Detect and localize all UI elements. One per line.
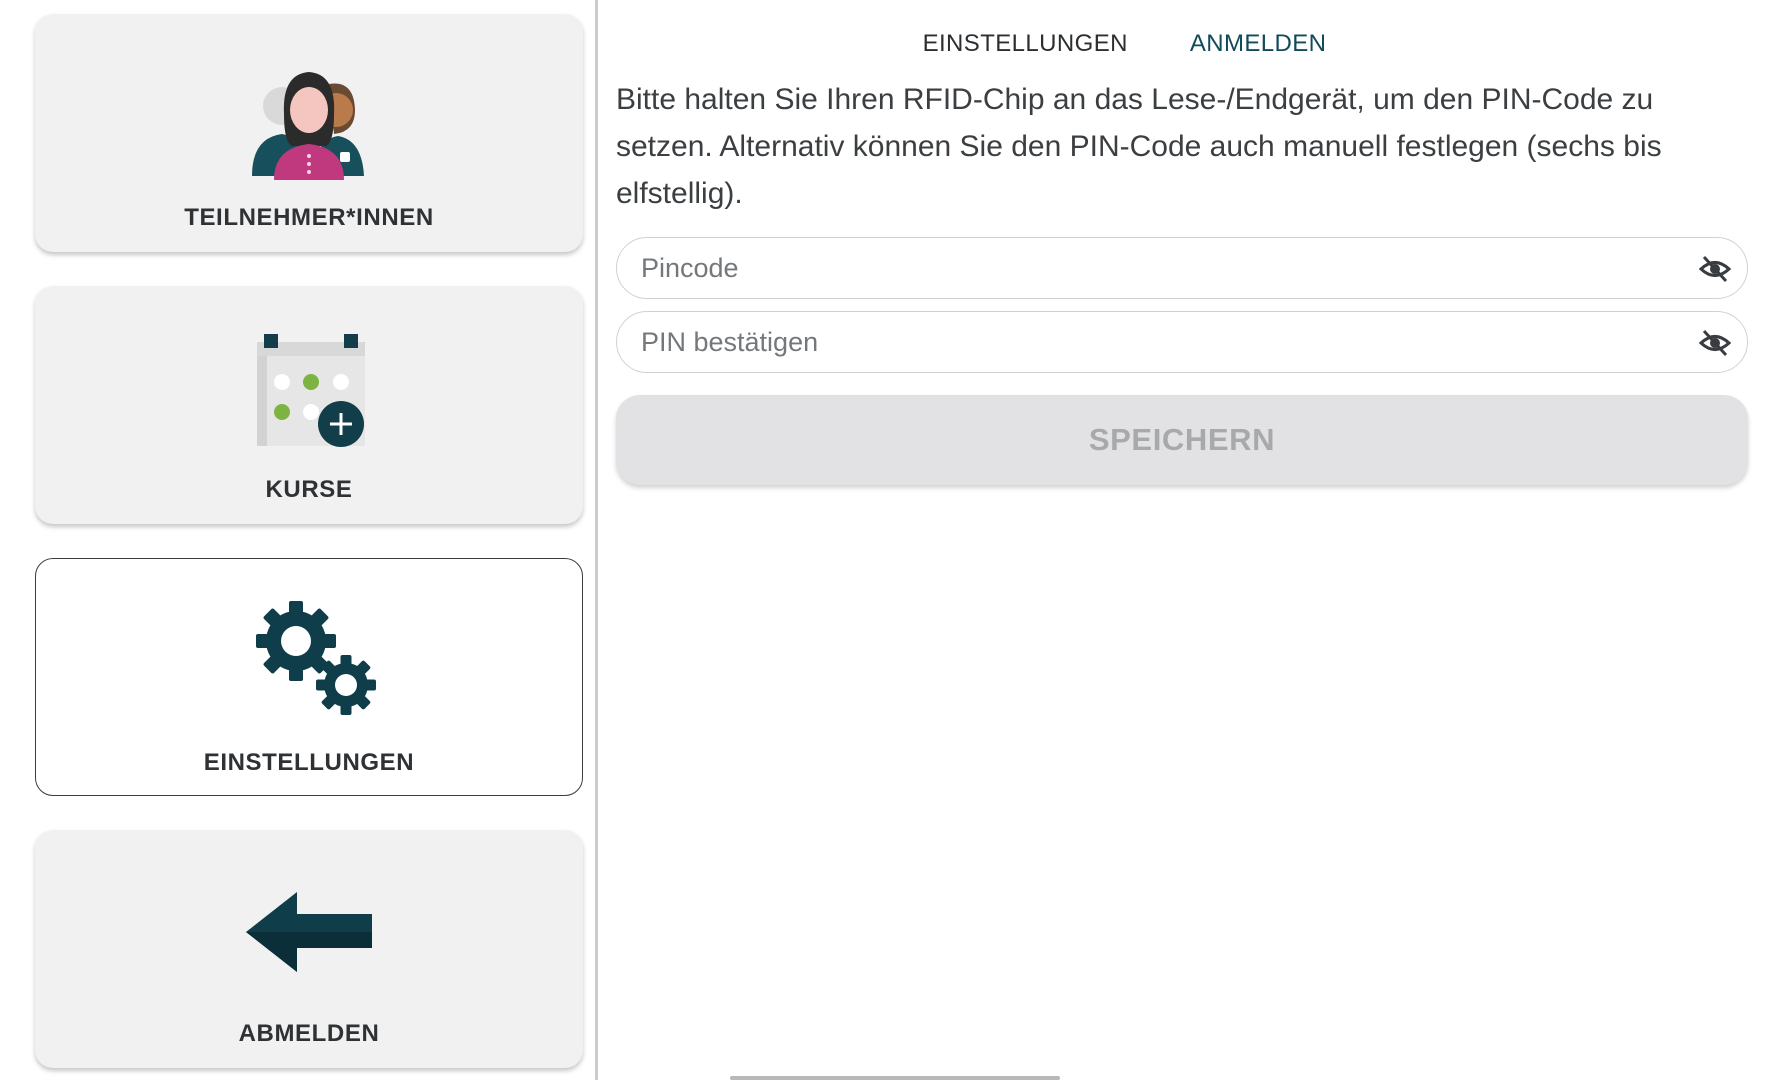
sidebar-item-participants[interactable]: TEILNEHMER*INNEN xyxy=(35,14,583,252)
sidebar-item-logout[interactable]: ABMELDEN xyxy=(35,830,583,1068)
sidebar-item-settings[interactable]: EINSTELLUNGEN xyxy=(35,558,583,796)
tab-settings[interactable]: EINSTELLUNGEN xyxy=(921,28,1130,60)
sidebar-item-courses[interactable]: KURSE xyxy=(35,286,583,524)
arrow-left-icon xyxy=(246,892,372,972)
pin-field xyxy=(616,237,1748,299)
sidebar-item-label: ABMELDEN xyxy=(238,1020,380,1047)
eye-off-icon[interactable] xyxy=(1699,328,1731,358)
sidebar-item-label: TEILNEHMER*INNEN xyxy=(184,204,434,231)
sidebar: TEILNEHMER*INNEN KURSE EINSTELLUNGEN ABM… xyxy=(0,0,598,1080)
pin-confirm-field xyxy=(616,311,1748,373)
pin-instructions: Bitte halten Sie Ihren RFID-Chip an das … xyxy=(616,83,1662,210)
eye-off-icon[interactable] xyxy=(1699,254,1731,284)
participants-icon xyxy=(252,72,364,180)
pin-confirm-input[interactable] xyxy=(641,312,1641,372)
tab-login[interactable]: ANMELDEN xyxy=(1188,28,1329,60)
course-calendar-icon xyxy=(257,334,365,447)
app-root: TEILNEHMER*INNEN KURSE EINSTELLUNGEN ABM… xyxy=(0,0,1785,1080)
tab-bar: EINSTELLUNGEN ANMELDEN xyxy=(600,28,1785,60)
main-content: EINSTELLUNGEN ANMELDEN Bitte halten Sie … xyxy=(600,0,1785,1080)
save-button[interactable]: SPEICHERN xyxy=(616,395,1748,485)
scroll-indicator[interactable] xyxy=(730,1076,1060,1080)
gears-icon xyxy=(256,601,376,715)
pin-input[interactable] xyxy=(641,238,1641,298)
sidebar-item-label: EINSTELLUNGEN xyxy=(203,749,415,776)
sidebar-item-label: KURSE xyxy=(265,476,353,503)
